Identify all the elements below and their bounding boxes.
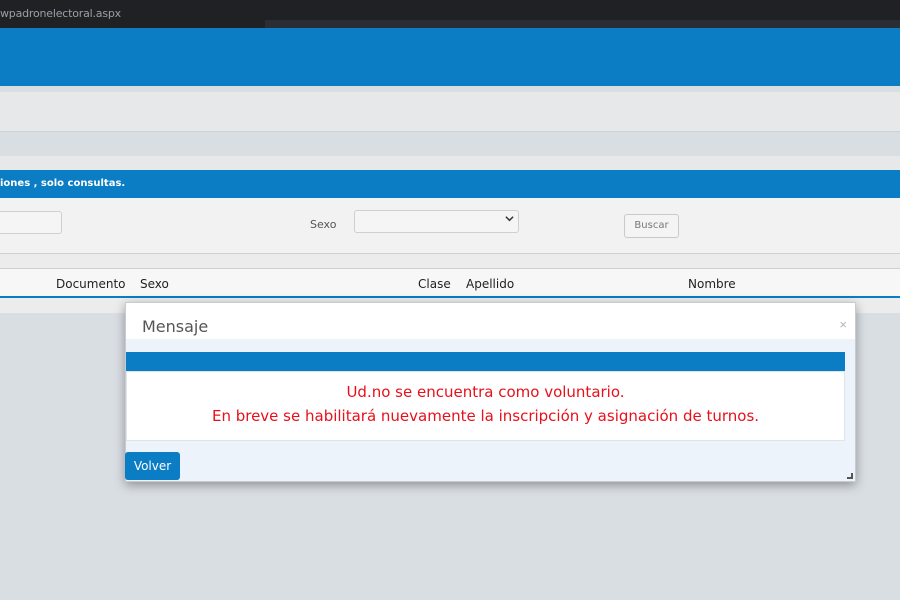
panel-header: iones , solo consultas. bbox=[0, 170, 900, 198]
documento-input[interactable] bbox=[0, 211, 62, 234]
column-header-apellido[interactable]: Apellido bbox=[466, 277, 514, 291]
site-header bbox=[0, 28, 900, 86]
browser-address-bar: wpadronelectoral.aspx bbox=[0, 0, 900, 28]
message-dialog: Mensaje × Ud.no se encuentra como volunt… bbox=[125, 302, 856, 482]
message-line-2: En breve se habilitará nuevamente la ins… bbox=[211, 407, 760, 425]
dialog-message: Ud.no se encuentra como voluntario. En b… bbox=[126, 371, 845, 441]
buscar-button[interactable]: Buscar bbox=[624, 214, 679, 238]
nav-band bbox=[0, 92, 900, 132]
column-header-sexo[interactable]: Sexo bbox=[140, 277, 169, 291]
dialog-body: Ud.no se encuentra como voluntario. En b… bbox=[125, 339, 855, 481]
url-text[interactable]: wpadronelectoral.aspx bbox=[0, 7, 121, 20]
filter-row: Sexo Buscar bbox=[0, 198, 900, 254]
spacer-band bbox=[0, 156, 900, 170]
column-header-nombre[interactable]: Nombre bbox=[688, 277, 736, 291]
results-table-header: Documento Sexo Clase Apellido Nombre bbox=[0, 268, 900, 298]
dialog-accent-bar bbox=[126, 352, 845, 371]
close-icon[interactable]: × bbox=[839, 317, 847, 332]
resize-handle-icon[interactable] bbox=[847, 473, 853, 479]
chevron-down-icon bbox=[505, 214, 514, 225]
column-header-clase[interactable]: Clase bbox=[418, 277, 451, 291]
volver-button[interactable]: Volver bbox=[125, 452, 180, 480]
sexo-select[interactable] bbox=[354, 210, 519, 233]
sexo-label: Sexo bbox=[310, 218, 337, 231]
dialog-title: Mensaje bbox=[142, 317, 209, 336]
browser-toolbar-strip bbox=[265, 20, 900, 28]
message-line-1: Ud.no se encuentra como voluntario. bbox=[346, 383, 625, 401]
column-header-documento[interactable]: Documento bbox=[56, 277, 126, 291]
search-panel: iones , solo consultas. Sexo Buscar Docu… bbox=[0, 170, 900, 313]
